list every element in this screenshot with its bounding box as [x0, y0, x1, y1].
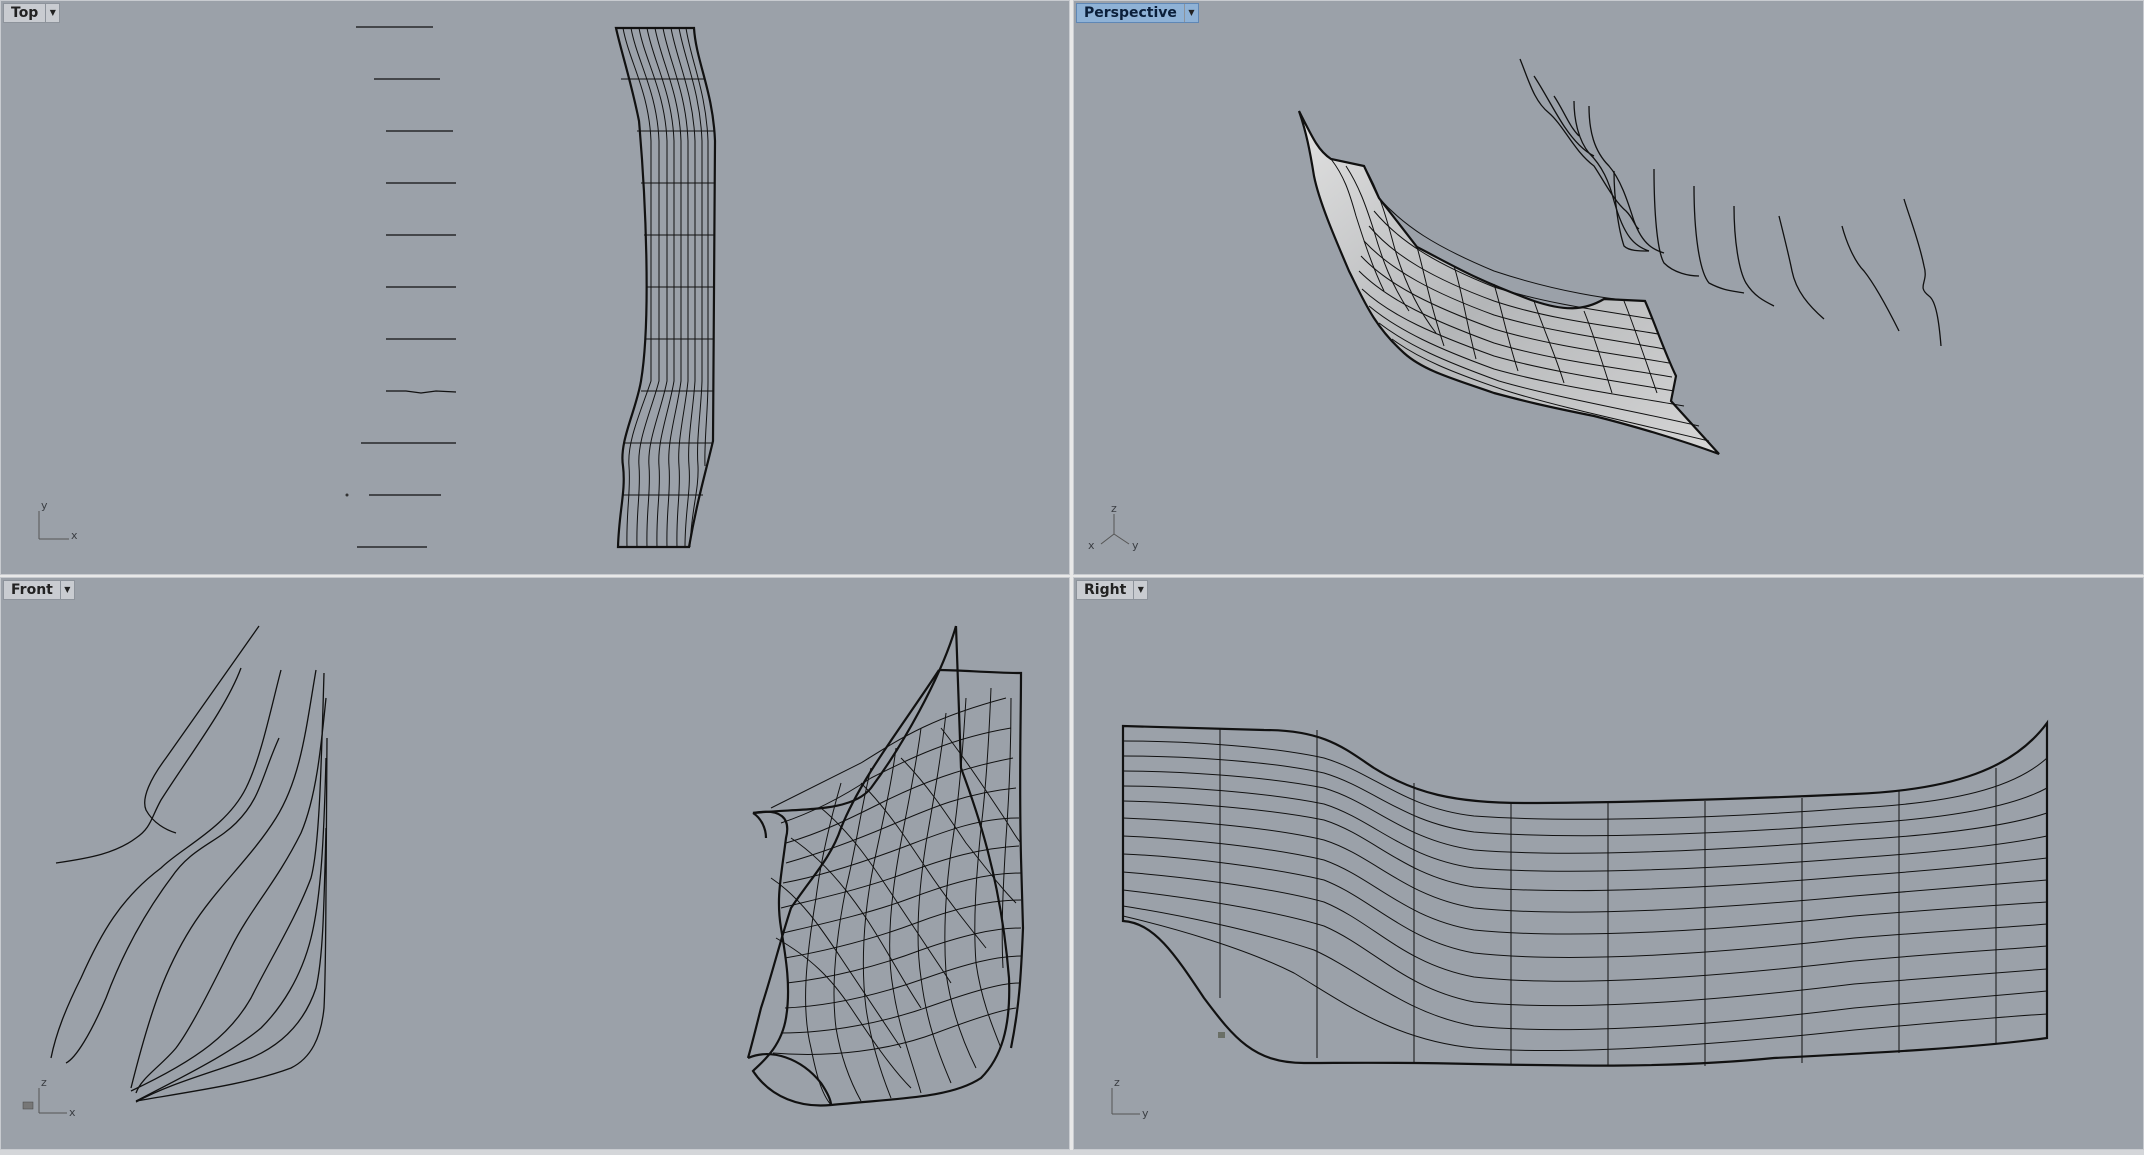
axis-label-z: z	[41, 1076, 47, 1089]
axis-label-x: x	[1088, 539, 1095, 552]
right-view-canvas[interactable]: z y	[1074, 578, 2144, 1150]
perspective-view-canvas[interactable]: z x y	[1074, 1, 2144, 575]
axis-label-x: x	[71, 529, 78, 542]
viewport-menu-button[interactable]: ▼	[1183, 4, 1198, 22]
axis-label-x: x	[69, 1106, 76, 1119]
top-surface	[614, 26, 717, 549]
viewport-top[interactable]: Top ▼ y x	[0, 0, 1070, 575]
viewport-menu-button[interactable]: ▼	[59, 581, 74, 599]
chevron-down-icon: ▼	[1137, 585, 1144, 594]
viewport-title[interactable]: Right	[1077, 581, 1133, 599]
perspective-curves	[1519, 58, 1942, 347]
front-view-canvas[interactable]: z x	[1, 578, 1070, 1150]
viewport-tab-right[interactable]: Right ▼	[1076, 580, 1149, 600]
viewport-menu-button[interactable]: ▼	[45, 4, 59, 22]
front-surface	[746, 625, 1025, 1107]
viewport-front[interactable]: Front ▼ z x	[0, 577, 1070, 1150]
axis-label-y: y	[1132, 539, 1139, 552]
axis-label-z: z	[1114, 1076, 1120, 1089]
chevron-down-icon: ▼	[64, 585, 71, 594]
viewport-tab-top[interactable]: Top ▼	[3, 3, 61, 23]
point-marker	[1218, 1032, 1225, 1038]
section-lines	[356, 26, 457, 548]
viewport-tab-front[interactable]: Front ▼	[3, 580, 75, 600]
viewport-right[interactable]: Right ▼ z y	[1073, 577, 2144, 1150]
axis-gizmo-icon: z y	[1111, 1076, 1149, 1120]
status-strip	[0, 1150, 2144, 1155]
point-marker	[345, 493, 349, 497]
right-surface	[1121, 719, 2049, 1067]
axis-label-y: y	[41, 499, 48, 512]
viewport-perspective[interactable]: Perspective ▼ z x y	[1073, 0, 2144, 575]
axis-gizmo-icon: z x	[22, 1076, 76, 1119]
viewport-title[interactable]: Front	[4, 581, 60, 599]
top-view-canvas[interactable]: y x	[1, 1, 1070, 575]
axis-label-z: z	[1111, 502, 1117, 515]
viewport-tab-perspective[interactable]: Perspective ▼	[1076, 3, 1199, 23]
viewport-title[interactable]: Top	[4, 4, 45, 22]
chevron-down-icon: ▼	[1188, 8, 1195, 17]
axis-gizmo-icon: z x y	[1088, 502, 1139, 552]
front-curves	[50, 625, 328, 1103]
viewport-menu-button[interactable]: ▼	[1133, 581, 1147, 599]
axis-label-y: y	[1142, 1107, 1149, 1120]
chevron-down-icon: ▼	[49, 8, 56, 17]
axis-gizmo-icon: y x	[38, 499, 78, 542]
viewport-title[interactable]: Perspective	[1077, 4, 1184, 22]
perspective-surface	[1297, 110, 1720, 456]
